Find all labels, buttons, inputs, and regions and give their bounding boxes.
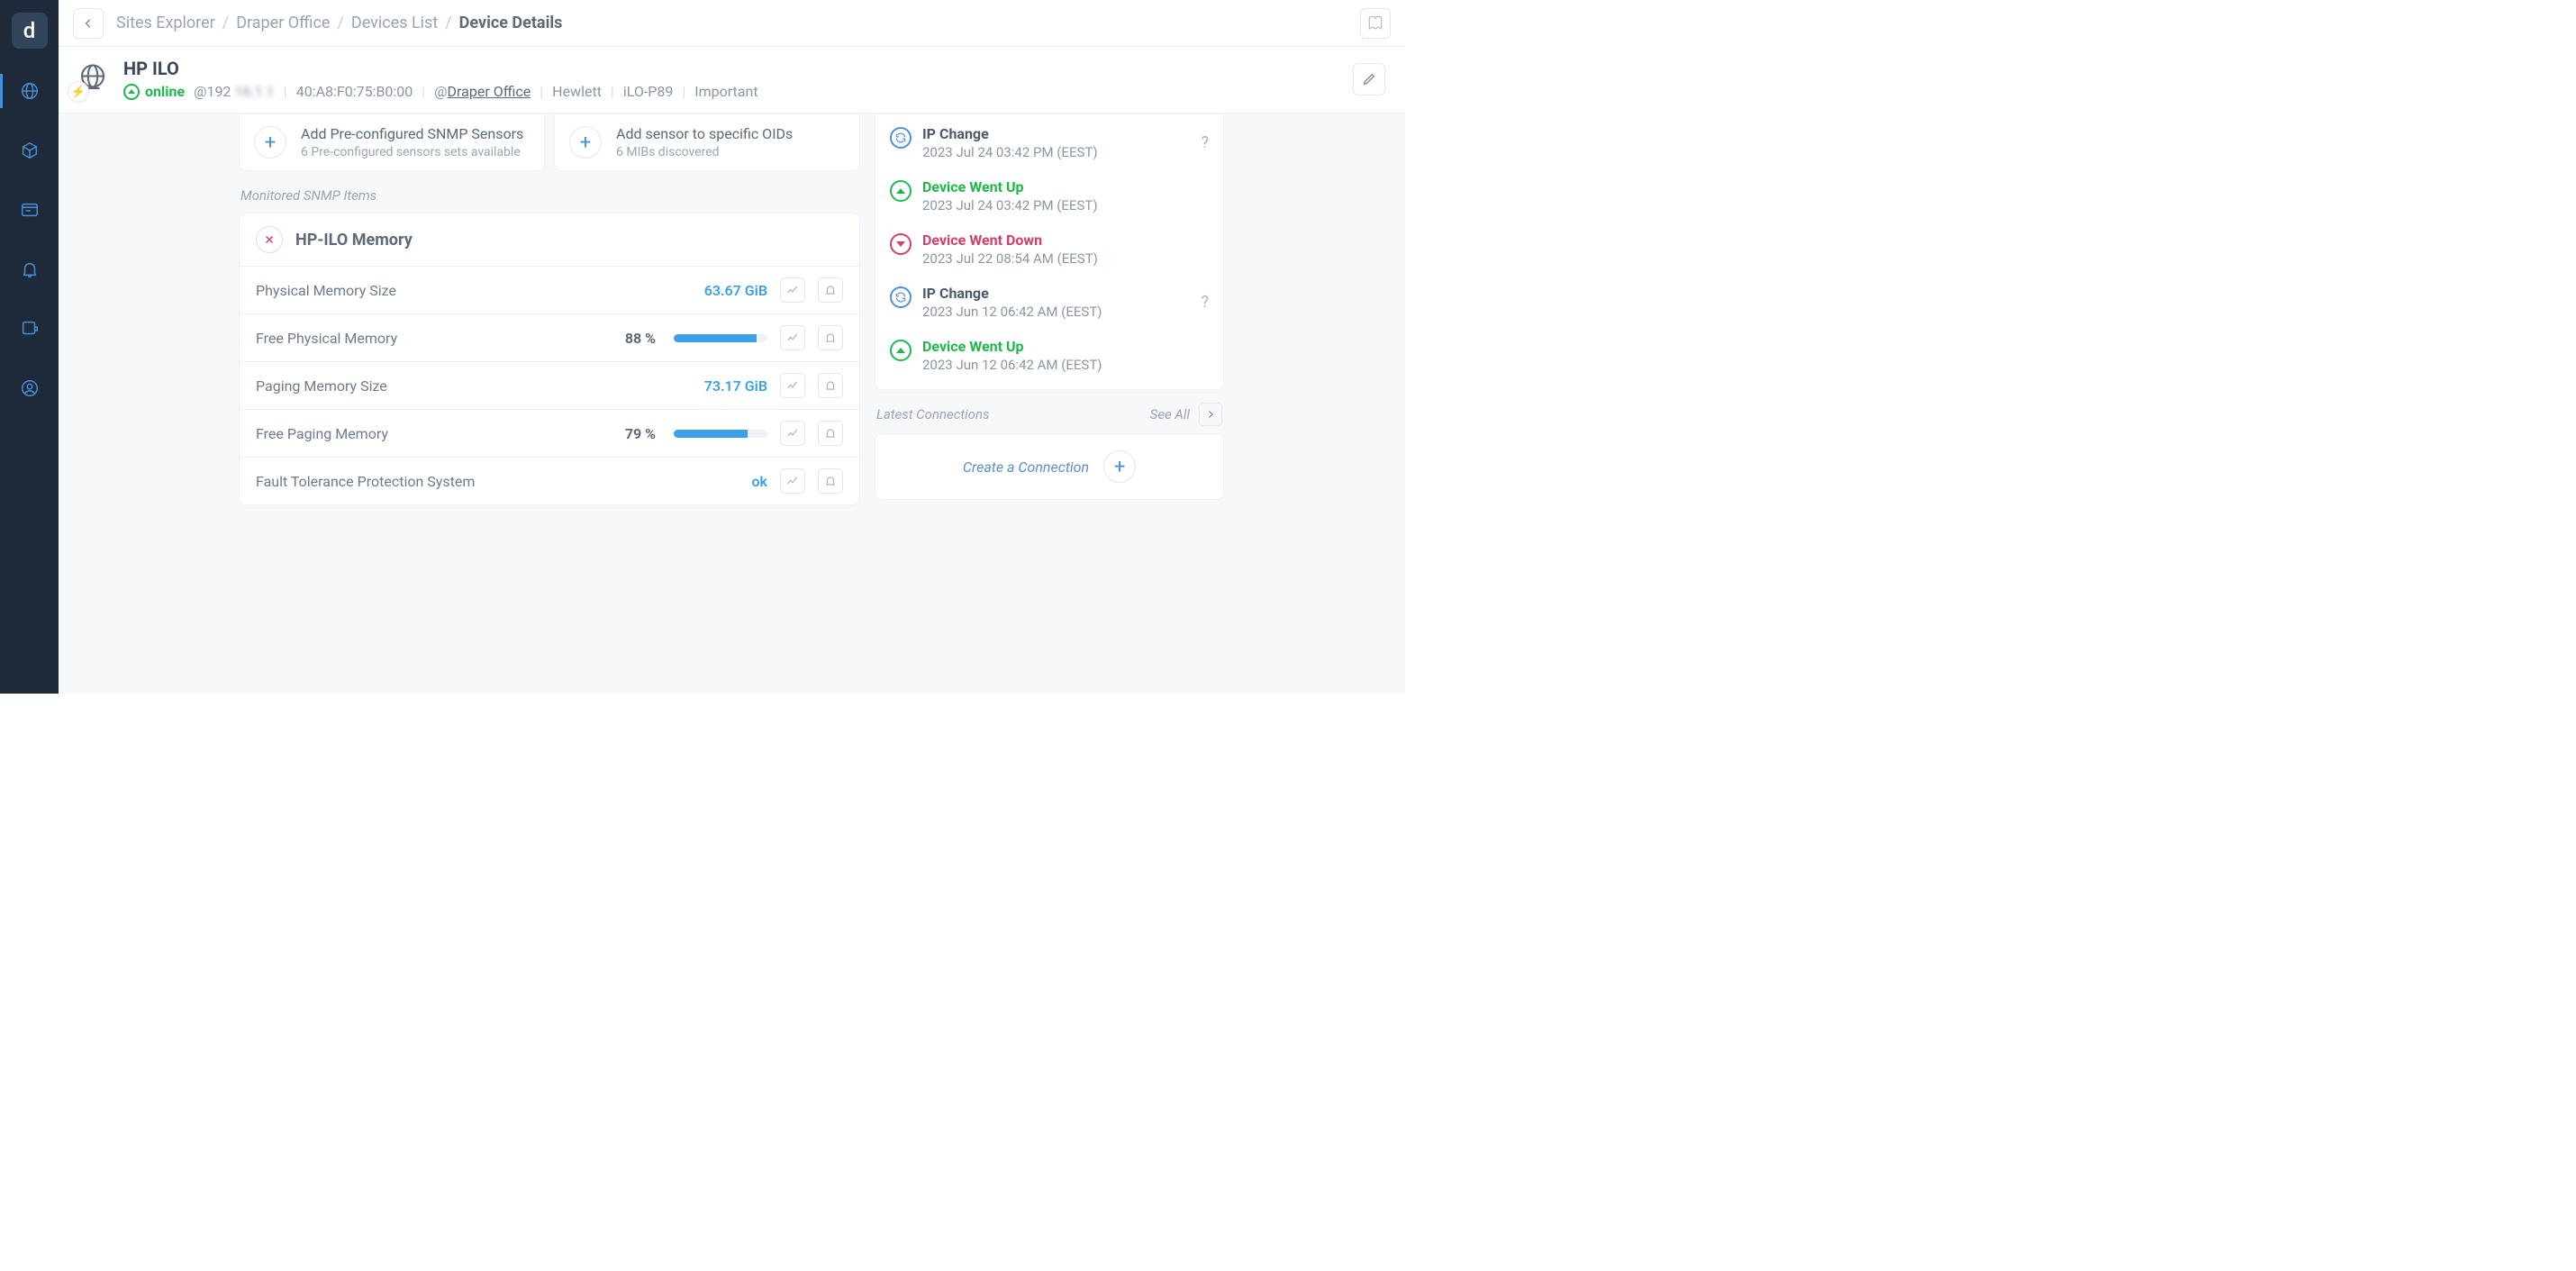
chart-icon[interactable] [780,468,805,494]
monitored-label: Monitored SNMP Items [240,187,860,204]
metric-label: Free Paging Memory [256,425,616,442]
event-timestamp: 2023 Jul 24 03:42 PM (EEST) [922,197,1098,213]
bell-icon[interactable] [818,325,843,350]
crumb-sites[interactable]: Sites Explorer [116,14,215,32]
bell-icon[interactable] [818,468,843,494]
chart-icon[interactable] [780,325,805,350]
event-timestamp: 2023 Jul 22 08:54 AM (EEST) [922,250,1098,267]
device-ip: @192 16.1.1 [194,83,275,100]
events-card: IP Change 2023 Jul 24 03:42 PM (EEST)? Dev… [875,113,1224,390]
metric-label: Paging Memory Size [256,377,695,395]
event-title: Device Went Up [922,338,1102,355]
progress-bar [674,430,767,438]
snmp-group-card: HP-ILO Memory Physical Memory Size 63.67 … [239,213,860,505]
app-logo[interactable]: d [12,13,48,49]
bell-icon[interactable] [818,421,843,446]
nav-plugin-icon[interactable] [13,312,47,346]
status-badge: online [123,83,185,100]
metric-row: Free Paging Memory 79 % [240,409,859,457]
chart-icon[interactable] [780,373,805,398]
status-up-icon [123,84,140,100]
add-preconf-card[interactable]: + Add Pre-configured SNMP Sensors 6 Pre-… [239,113,545,171]
plus-icon: + [254,126,286,159]
event-up-icon [890,340,912,361]
progress-bar [674,334,767,342]
event-title: Device Went Up [922,178,1098,195]
metric-row: Free Physical Memory 88 % [240,313,859,361]
metric-label: Free Physical Memory [256,330,616,347]
event-ip-icon [890,286,912,308]
plus-icon: + [1103,450,1136,483]
bell-icon[interactable] [818,277,843,303]
device-priority: Important [694,83,757,100]
nav-box-icon[interactable] [13,133,47,168]
metric-pct: 79 % [625,425,656,442]
metric-value: 73.17 GiB [704,377,767,395]
device-model: iLO-P89 [623,83,674,100]
event-row: Device Went Up 2023 Jun 12 06:42 AM (EEST… [890,338,1209,373]
event-row: Device Went Down2023 Jul 22 08:54 AM (EE… [890,232,1209,267]
metric-value: ok [752,473,768,490]
bell-icon[interactable] [818,373,843,398]
device-mac: 40:A8:F0:75:B0:00 [296,83,413,100]
metric-row: Physical Memory Size 63.67 GiB [240,267,859,313]
event-ip-icon [890,127,912,149]
event-row: IP Change 2023 Jun 12 06:42 AM (EEST)? [890,285,1209,320]
topbar: Sites Explorer / Draper Office / Devices… [59,0,1405,47]
create-connection-card[interactable]: Create a Connection + [875,433,1224,500]
device-header: ⚡ HP ILO online @192 16.1.1 | 40:A8:F0:7… [59,47,1405,113]
device-title: HP ILO [123,58,758,79]
metric-label: Physical Memory Size [256,282,695,299]
event-title: Device Went Down [922,232,1098,249]
event-timestamp: 2023 Jun 12 06:42 AM (EEST) [922,357,1102,373]
metric-label: Fault Tolerance Protection System [256,473,743,490]
docs-icon[interactable] [1360,8,1391,39]
nav-bell-icon[interactable] [13,252,47,286]
chart-icon[interactable] [780,421,805,446]
back-button[interactable] [73,8,104,39]
breadcrumb: Sites Explorer / Draper Office / Devices… [116,14,562,32]
nav-user-icon[interactable] [13,371,47,405]
crumb-office[interactable]: Draper Office [236,14,330,32]
nav-globe-icon[interactable] [13,74,47,108]
event-timestamp: 2023 Jun 12 06:42 AM (EEST) [922,304,1102,320]
device-type-icon: ⚡ [73,58,113,97]
device-vendor: Hewlett [552,83,602,100]
connections-label: Latest Connections [876,406,1141,422]
group-title: HP-ILO Memory [295,231,413,250]
event-title: IP Change [922,285,1102,302]
metric-pct: 88 % [625,330,656,347]
event-down-icon [890,233,912,255]
metric-value: 63.67 GiB [704,282,767,299]
crumb-current: Device Details [459,14,563,32]
lightning-icon: ⚡ [68,81,89,103]
nav-dashboard-icon[interactable] [13,193,47,227]
remove-group-button[interactable] [256,226,283,253]
chart-icon[interactable] [780,277,805,303]
metric-row: Paging Memory Size 73.17 GiB [240,361,859,409]
metric-row: Fault Tolerance Protection System ok [240,457,859,504]
edit-button[interactable] [1353,63,1385,95]
event-row: IP Change 2023 Jul 24 03:42 PM (EEST)? [890,125,1209,160]
crumb-devices[interactable]: Devices List [351,14,438,32]
help-icon[interactable]: ? [1201,133,1209,152]
see-all-link[interactable]: See All [1150,406,1190,422]
event-title: IP Change [922,125,1098,142]
chevron-right-icon[interactable] [1199,403,1222,426]
event-row: Device Went Up 2023 Jul 24 03:42 PM (EEST… [890,178,1209,213]
plus-icon: + [569,126,602,159]
event-up-icon [890,180,912,202]
device-site[interactable]: @Draper Office [434,83,531,100]
help-icon[interactable]: ? [1201,293,1209,312]
left-nav: d [0,0,59,694]
add-oid-card[interactable]: + Add sensor to specific OIDs 6 MIBs dis… [554,113,860,171]
event-timestamp: 2023 Jul 24 03:42 PM (EEST) [922,144,1098,160]
